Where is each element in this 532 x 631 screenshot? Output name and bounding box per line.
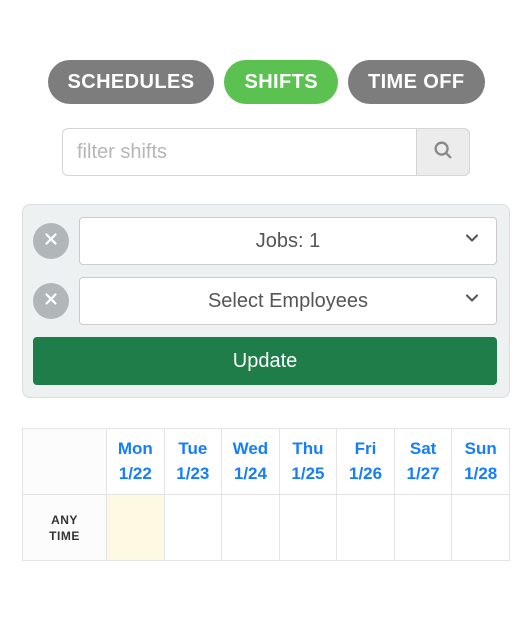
day-header-date: 1/25 <box>282 462 335 487</box>
schedule-cell[interactable] <box>222 495 280 561</box>
header-blank <box>23 429 107 495</box>
day-header[interactable]: Wed1/24 <box>222 429 280 495</box>
search-icon <box>432 139 454 166</box>
day-header[interactable]: Sun1/28 <box>452 429 510 495</box>
schedule-header-row: Mon1/22Tue1/23Wed1/24Thu1/25Fri1/26Sat1/… <box>23 429 510 495</box>
row-label-anytime: ANYTIME <box>23 495 107 561</box>
day-header-date: 1/26 <box>339 462 392 487</box>
day-header-name: Tue <box>167 437 220 462</box>
day-header-name: Thu <box>282 437 335 462</box>
schedule-cell[interactable] <box>394 495 452 561</box>
clear-jobs-button[interactable] <box>33 223 69 259</box>
update-button[interactable]: Update <box>33 337 497 385</box>
day-header-name: Sun <box>454 437 507 462</box>
close-icon <box>42 230 60 253</box>
schedule-table: Mon1/22Tue1/23Wed1/24Thu1/25Fri1/26Sat1/… <box>22 428 510 561</box>
schedule-row-anytime: ANYTIME <box>23 495 510 561</box>
tab-schedules[interactable]: SCHEDULES <box>48 60 215 104</box>
day-header-date: 1/28 <box>454 462 507 487</box>
filter-row <box>62 128 470 176</box>
day-header[interactable]: Fri1/26 <box>337 429 395 495</box>
day-header[interactable]: Thu1/25 <box>279 429 337 495</box>
jobs-select[interactable]: Jobs: 1 <box>79 217 497 265</box>
tab-timeoff[interactable]: TIME OFF <box>348 60 485 104</box>
day-header-name: Mon <box>109 437 162 462</box>
filter-panel: Jobs: 1 Select Employees <box>22 204 510 398</box>
search-button[interactable] <box>416 128 470 176</box>
schedule-cell[interactable] <box>279 495 337 561</box>
close-icon <box>42 290 60 313</box>
day-header-name: Wed <box>224 437 277 462</box>
day-header-date: 1/27 <box>397 462 450 487</box>
day-header[interactable]: Sat1/27 <box>394 429 452 495</box>
schedule-cell[interactable] <box>107 495 165 561</box>
tab-shifts[interactable]: SHIFTS <box>224 60 338 104</box>
day-header-name: Sat <box>397 437 450 462</box>
chevron-down-icon <box>462 228 482 254</box>
day-header-date: 1/22 <box>109 462 162 487</box>
day-header[interactable]: Mon1/22 <box>107 429 165 495</box>
schedule-cell[interactable] <box>164 495 222 561</box>
day-header-date: 1/24 <box>224 462 277 487</box>
day-header-date: 1/23 <box>167 462 220 487</box>
day-header[interactable]: Tue1/23 <box>164 429 222 495</box>
employees-select-label: Select Employees <box>208 290 368 313</box>
schedule-cell[interactable] <box>452 495 510 561</box>
schedule-cell[interactable] <box>337 495 395 561</box>
employees-select[interactable]: Select Employees <box>79 277 497 325</box>
day-header-name: Fri <box>339 437 392 462</box>
chevron-down-icon <box>462 288 482 314</box>
clear-employees-button[interactable] <box>33 283 69 319</box>
jobs-select-label: Jobs: 1 <box>256 230 320 253</box>
filter-shifts-input[interactable] <box>62 128 416 176</box>
view-tabs: SCHEDULES SHIFTS TIME OFF <box>20 60 512 104</box>
